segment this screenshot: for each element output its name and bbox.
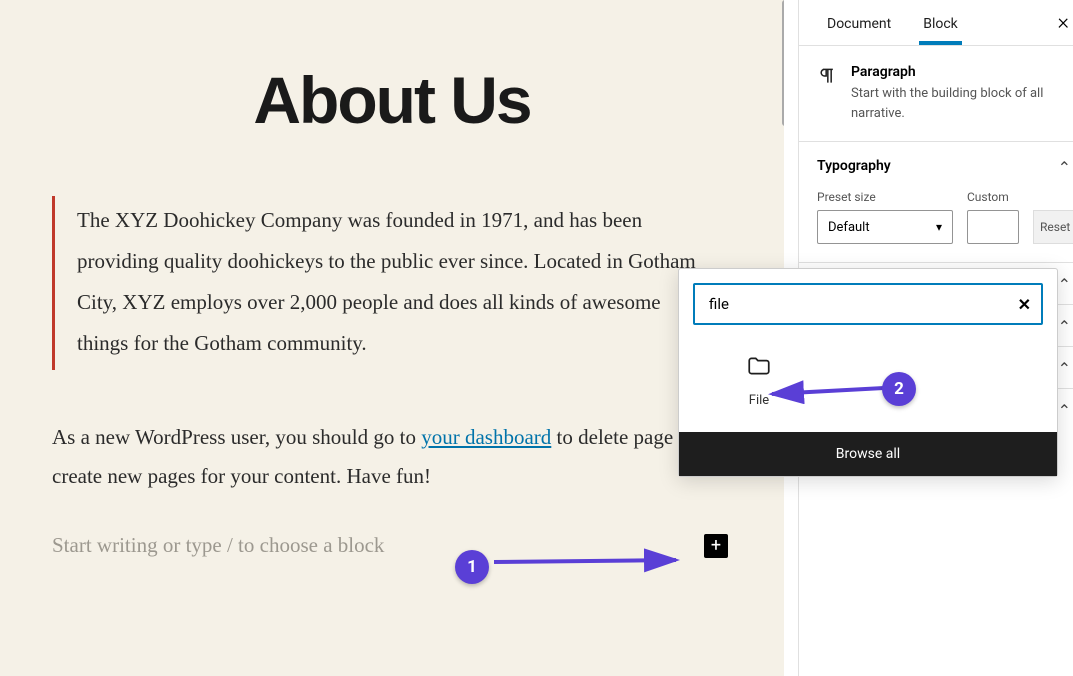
- tab-block[interactable]: Block: [907, 2, 974, 44]
- quote-block[interactable]: The XYZ Doohickey Company was founded in…: [52, 196, 728, 370]
- dashboard-link[interactable]: your dashboard: [421, 425, 551, 449]
- block-inserter-popover: ✕ File Browse all: [678, 268, 1058, 477]
- block-search-input[interactable]: [709, 295, 1018, 313]
- close-icon: ×: [1057, 10, 1069, 35]
- typography-panel: Typography ⌃ Preset size Default ▾ Custo…: [799, 142, 1073, 263]
- callout-badge-2: 2: [882, 372, 916, 406]
- page-title[interactable]: About Us: [0, 62, 784, 138]
- chevron-up-icon[interactable]: ⌃: [1058, 158, 1071, 177]
- block-summary: Paragraph Start with the building block …: [799, 46, 1073, 142]
- close-icon: ✕: [1018, 295, 1031, 314]
- tab-document[interactable]: Document: [811, 2, 907, 44]
- preset-size-value: Default: [828, 220, 870, 235]
- plus-icon: +: [711, 537, 721, 555]
- sidebar-tabs: Document Block ×: [799, 0, 1073, 46]
- block-description: Start with the building block of all nar…: [851, 84, 1057, 123]
- scrollbar[interactable]: [782, 0, 784, 126]
- custom-size-input[interactable]: [967, 210, 1019, 244]
- add-block-button[interactable]: +: [704, 534, 728, 558]
- typography-heading[interactable]: Typography: [817, 158, 1059, 174]
- browse-all-button[interactable]: Browse all: [679, 432, 1057, 476]
- callout-arrow-2: [766, 376, 888, 404]
- callout-arrow-1: [494, 548, 688, 576]
- clear-search-button[interactable]: ✕: [1018, 295, 1031, 314]
- custom-size-label: Custom: [967, 190, 1019, 204]
- new-block-placeholder[interactable]: Start writing or type / to choose a bloc…: [52, 533, 384, 558]
- quote-text: The XYZ Doohickey Company was founded in…: [77, 200, 706, 364]
- chevron-down-icon[interactable]: ⌃: [1058, 275, 1071, 294]
- chevron-down-icon[interactable]: ⌃: [1058, 359, 1071, 378]
- preset-size-label: Preset size: [817, 190, 953, 204]
- body-text-before: As a new WordPress user, you should go t…: [52, 425, 421, 449]
- chevron-down-icon: ▾: [936, 220, 942, 234]
- reset-button[interactable]: Reset: [1033, 210, 1073, 244]
- chevron-down-icon[interactable]: ⌃: [1058, 401, 1071, 420]
- chevron-down-icon[interactable]: ⌃: [1058, 317, 1071, 336]
- paragraph-icon: [817, 66, 837, 123]
- body-paragraph[interactable]: As a new WordPress user, you should go t…: [52, 418, 728, 496]
- block-name: Paragraph: [851, 64, 1057, 80]
- close-sidebar-button[interactable]: ×: [1045, 10, 1073, 35]
- block-search-row: ✕: [693, 283, 1043, 325]
- preset-size-select[interactable]: Default ▾: [817, 210, 953, 244]
- callout-badge-1: 1: [455, 550, 489, 584]
